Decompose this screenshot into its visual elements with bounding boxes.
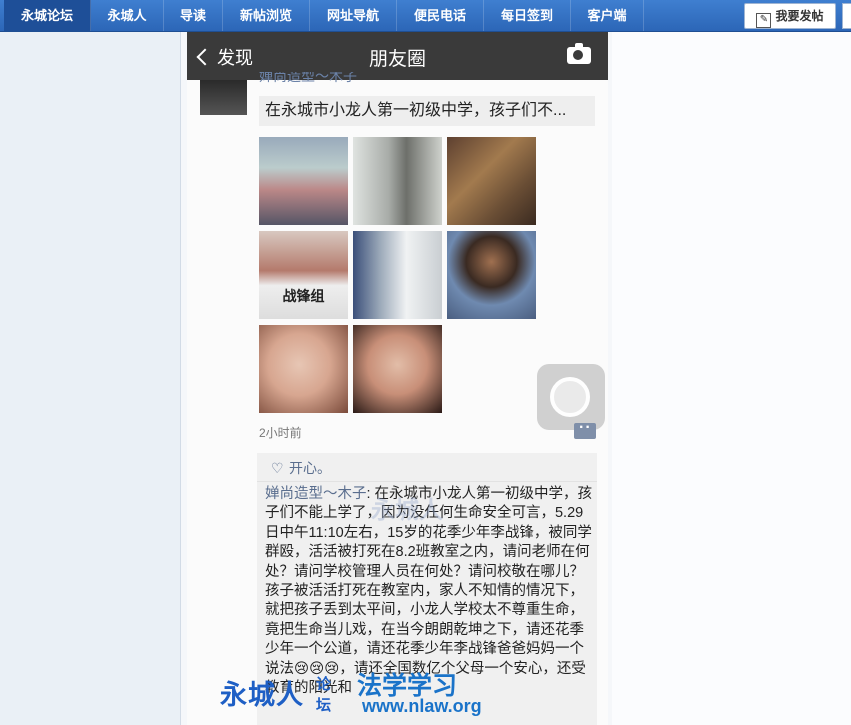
watermark-brand: 永城人: [220, 680, 304, 710]
nav-item-yongcheng-people[interactable]: 永城人: [91, 0, 164, 31]
photo-thumbnail-boy[interactable]: [447, 231, 536, 319]
watermark-url: www.nlaw.org: [362, 696, 482, 716]
nav-item-url-nav[interactable]: 网址导航: [310, 0, 397, 31]
photo-thumbnail-face-1[interactable]: [259, 325, 348, 413]
wechat-header: 发现 朋友圈: [187, 32, 608, 80]
new-post-label: 我要发帖: [775, 9, 824, 23]
divider: [257, 481, 597, 482]
heart-icon: ♡: [271, 460, 284, 476]
nav-item-client[interactable]: 客户端: [571, 0, 644, 31]
nav-item-checkin[interactable]: 每日签到: [484, 0, 571, 31]
like-row: ♡ 开心。: [271, 458, 331, 478]
photo-thumbnail-group[interactable]: 战锋组: [259, 231, 348, 319]
nav-item-forum[interactable]: 永城论坛: [4, 0, 91, 31]
wechat-moments-screenshot: 发现 朋友圈 婵尚造型～木子 在永城市小龙人第一初级中学，孩子们不... 战锋组…: [187, 32, 608, 725]
like-names[interactable]: 开心。: [289, 460, 331, 476]
camera-icon[interactable]: [567, 43, 591, 64]
left-sidebar: [0, 32, 181, 725]
nav-item-guide[interactable]: 导读: [164, 0, 223, 31]
photo-thumbnail-hallway[interactable]: [353, 137, 442, 225]
post-timestamp: 2小时前: [259, 426, 302, 440]
photo-caption: 战锋组: [282, 288, 325, 304]
comment-author[interactable]: 婵尚造型～木子: [265, 486, 367, 502]
circle-icon: [550, 377, 590, 417]
watermark-sub: 论坛: [316, 676, 332, 714]
photo-thumbnail-building[interactable]: [353, 231, 442, 319]
photo-thumbnail-school-gate[interactable]: [259, 137, 348, 225]
nav-item-new-posts[interactable]: 新帖浏览: [223, 0, 310, 31]
nav-item-phone[interactable]: 便民电话: [397, 0, 484, 31]
forum-nav-bar: 永城论坛 永城人 导读 新帖浏览 网址导航 便民电话 每日签到 客户端 ✎ 我要发…: [0, 0, 851, 32]
site-watermark: 永城人 论坛 法学学习 www.nlaw.org: [220, 672, 482, 716]
comment-menu-icon[interactable]: [574, 419, 596, 439]
assistive-touch-button[interactable]: [537, 364, 605, 430]
pencil-icon: ✎: [756, 13, 772, 28]
avatar[interactable]: [200, 80, 247, 115]
page-title: 朋友圈: [368, 49, 426, 70]
right-area: [612, 32, 851, 725]
author-name[interactable]: 婵尚造型～木子: [259, 72, 357, 84]
photo-thumbnail-face-2[interactable]: [353, 325, 442, 413]
post-text-preview[interactable]: 在永城市小龙人第一初级中学，孩子们不...: [259, 96, 595, 126]
photo-thumbnail-stool[interactable]: [447, 137, 536, 225]
watermark-faint: 永城人: [371, 497, 443, 524]
nav-overflow-button[interactable]: [842, 3, 851, 29]
new-post-button[interactable]: ✎ 我要发帖: [744, 3, 836, 29]
